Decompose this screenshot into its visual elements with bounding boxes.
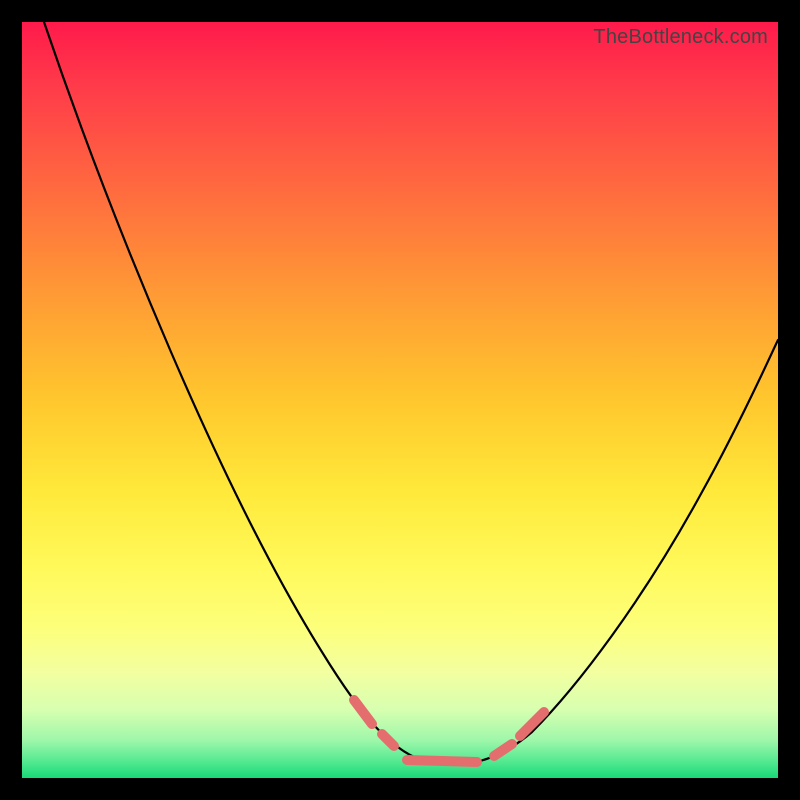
left-marker-2: [382, 734, 394, 746]
plot-area: TheBottleneck.com: [22, 22, 778, 778]
bottleneck-curve: [22, 22, 778, 778]
left-marker-1: [354, 700, 372, 724]
right-marker-1: [494, 744, 512, 756]
chart-frame: TheBottleneck.com: [0, 0, 800, 800]
bottom-marker: [407, 760, 477, 762]
curve-path: [44, 22, 778, 765]
